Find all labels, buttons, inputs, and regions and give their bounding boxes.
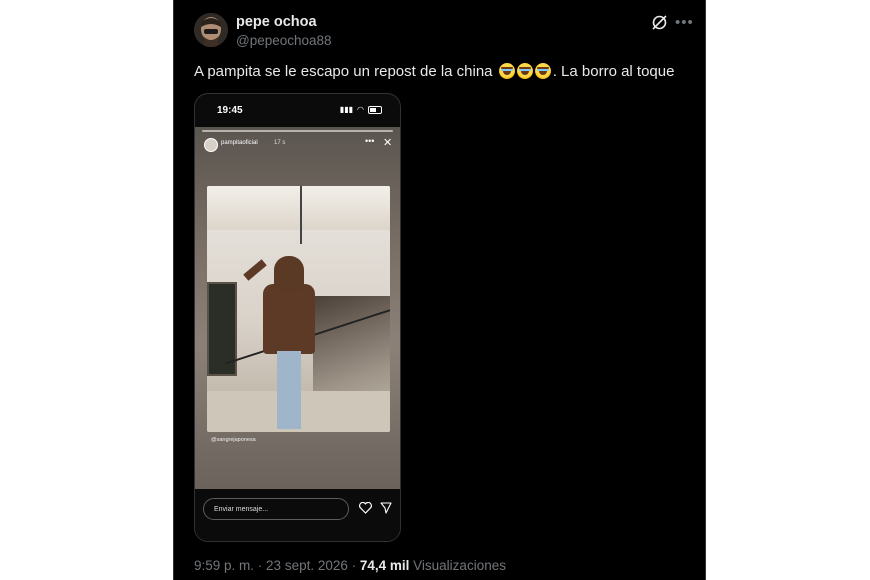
view-count: 74,4 mil [359,558,410,573]
story-reply-bar: Enviar mensaje... [195,489,400,541]
tweet-date[interactable]: 23 sept. 2026 [266,558,348,573]
story-close-icon: ✕ [383,137,393,149]
story-screenshot-image[interactable]: 19:45 ▮▮▮ ◠ pampitaoficial 17 s ••• ✕ @s… [194,93,401,542]
tweet-card: pepe ochoa @pepeochoa88 ••• A pampita se… [173,0,706,580]
wifi-icon: ◠ [357,105,364,114]
views-label: Visualizaciones [409,558,506,573]
author-handle[interactable]: @pepeochoa88 [236,33,332,48]
meta-separator: · [347,558,360,573]
divider [173,0,174,580]
person-hair [274,256,304,292]
send-icon [380,502,392,514]
meta-separator: · [254,558,267,573]
story-time-ago: 17 s [274,140,286,146]
chandelier [300,186,302,244]
person-jeans [277,351,301,429]
rolling-laughing-emoji-icon [516,63,533,79]
reposted-photo [207,186,390,432]
author-name[interactable]: pepe ochoa [236,14,317,30]
photo-tag: @sangrejaponesa [211,437,256,443]
story-reply-input: Enviar mensaje... [203,498,349,520]
story-view: pampitaoficial 17 s ••• ✕ @sangrejapones… [195,127,400,489]
battery-icon [368,105,382,114]
tweet-meta: 9:59 p. m. · 23 sept. 2026 · 74,4 mil Vi… [194,558,506,573]
story-username: pampitaoficial [221,140,258,146]
divider [705,0,706,580]
more-options-icon[interactable]: ••• [675,14,694,31]
rolling-laughing-emoji-icon [498,63,515,79]
ceiling [207,186,390,230]
phone-status-time: 19:45 [217,105,243,116]
heart-icon [359,502,372,514]
tweet-time[interactable]: 9:59 p. m. [194,558,254,573]
avatar[interactable] [194,13,228,47]
person-coat [263,284,315,354]
person-arm [243,259,267,281]
signal-icon: ▮▮▮ [339,105,354,114]
emoji-group [498,63,551,79]
phone-status-icons: ▮▮▮ ◠ [340,105,382,114]
tweet-text-main: A pampita se le escapo un repost de la c… [194,63,493,80]
tweet-text: A pampita se le escapo un repost de la c… [194,63,674,80]
grok-icon[interactable] [651,14,668,31]
story-more-icon: ••• [365,136,375,146]
story-avatar [204,138,218,152]
tweet-text-end: . La borro al toque [552,63,675,80]
story-progress-bar [202,130,393,132]
rolling-laughing-emoji-icon [534,63,551,79]
